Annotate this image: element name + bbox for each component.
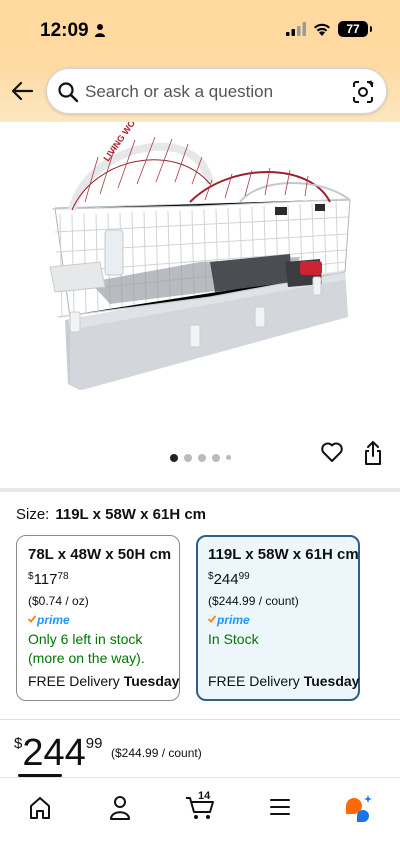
- size-option-card[interactable]: 78L x 48W x 50H cm $11778 ($0.74 / oz) p…: [16, 535, 180, 701]
- account-icon[interactable]: [100, 792, 140, 822]
- pet-cage-image: LIVING WORLD: [49, 103, 351, 390]
- delivery-info: FREE Delivery Tuesday: [208, 673, 360, 689]
- person-icon: [95, 24, 105, 37]
- size-selector-label: Size: 119L x 58W x 61H cm: [16, 506, 206, 523]
- heart-icon[interactable]: [320, 440, 344, 464]
- bottom-nav-bar: 14: [0, 777, 400, 867]
- option-price: $11778: [28, 571, 69, 588]
- option-title: 78L x 48W x 50H cm: [28, 546, 172, 563]
- carousel-dot[interactable]: [169, 453, 178, 462]
- stock-status: In Stock: [208, 631, 259, 647]
- prime-check-icon: [208, 615, 216, 623]
- wifi-icon: [314, 23, 330, 36]
- app-header: [0, 60, 400, 122]
- battery-icon: 77: [338, 21, 372, 37]
- cart-count-badge: 14: [198, 790, 211, 802]
- search-input[interactable]: [85, 79, 340, 105]
- cell-signal-icon: [286, 22, 306, 36]
- size-selected-value: 119L x 58W x 61H cm: [55, 506, 207, 523]
- carousel-dot[interactable]: [211, 453, 220, 462]
- option-price: $24499: [208, 571, 250, 588]
- back-arrow-icon[interactable]: [10, 78, 36, 104]
- size-label: Size:: [16, 506, 50, 523]
- camera-lens-icon[interactable]: [350, 79, 376, 105]
- carousel-dot[interactable]: [183, 453, 192, 462]
- prime-badge: prime: [208, 613, 348, 627]
- delivery-info: FREE Delivery Tuesday: [28, 673, 180, 689]
- search-bar[interactable]: [46, 68, 387, 114]
- prime-check-icon: [28, 615, 36, 623]
- carousel-dot[interactable]: [197, 453, 206, 462]
- option-title: 119L x 58W x 61H cm: [208, 546, 359, 563]
- size-option-card-selected[interactable]: 119L x 58W x 61H cm $24499 ($244.99 / co…: [196, 535, 360, 701]
- product-unit-price: ($244.99 / count): [111, 746, 202, 760]
- menu-icon[interactable]: [260, 792, 300, 822]
- option-unit-price: ($244.99 / count): [208, 594, 299, 608]
- product-image[interactable]: LIVING WORLD: [0, 103, 400, 440]
- section-divider: [0, 488, 400, 492]
- status-time: 12:09: [40, 20, 89, 41]
- rufus-assistant-icon[interactable]: [340, 792, 380, 822]
- stock-status: Only 6 left in stock (more on the way).: [28, 631, 145, 666]
- product-price: $24499: [14, 732, 103, 774]
- option-unit-price: ($0.74 / oz): [28, 594, 89, 608]
- share-icon[interactable]: [362, 440, 384, 466]
- status-bar: 12:09 77: [0, 0, 400, 60]
- section-divider: [0, 719, 400, 720]
- cart-button[interactable]: 14: [180, 790, 220, 822]
- search-icon: [58, 82, 79, 103]
- carousel-dot[interactable]: [225, 455, 231, 461]
- prime-badge: prime: [28, 613, 168, 627]
- home-icon[interactable]: [20, 792, 60, 822]
